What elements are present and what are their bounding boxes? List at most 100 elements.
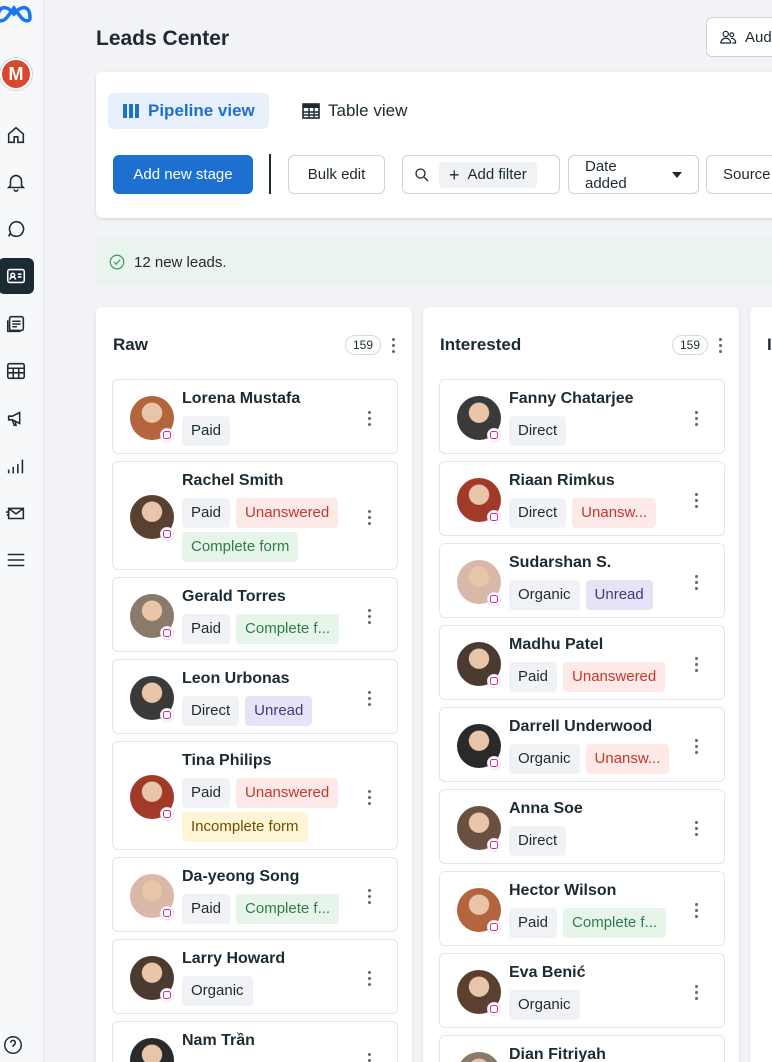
instagram-glyph: [490, 841, 498, 849]
dot: [367, 423, 371, 426]
mail-icon[interactable]: [0, 495, 34, 531]
lead-tag: Unansw...: [572, 498, 657, 528]
dot: [694, 751, 698, 754]
home-icon[interactable]: [0, 117, 34, 153]
bell-icon[interactable]: [0, 164, 34, 200]
help-icon[interactable]: [2, 1034, 26, 1058]
lead-tags: Direct Unread: [182, 696, 357, 726]
add-new-stage-button[interactable]: Add new stage: [113, 155, 253, 194]
dot: [367, 977, 371, 980]
card-more-icon[interactable]: [367, 510, 371, 525]
lead-card[interactable]: Hector Wilson Paid Complete f...: [439, 871, 725, 946]
card-more-icon[interactable]: [367, 971, 371, 986]
lead-card[interactable]: Nam Trần: [112, 1021, 398, 1062]
lead-card[interactable]: Fanny Chatarjee Direct: [439, 379, 725, 454]
dot: [694, 493, 698, 496]
lead-name: Leon Urbonas: [182, 670, 290, 687]
dot: [367, 895, 371, 898]
dot: [391, 349, 395, 353]
date-added-dropdown[interactable]: Date added: [568, 155, 699, 194]
lead-card[interactable]: Rachel Smith Paid Unanswered Complete form: [112, 461, 398, 570]
lead-tag: Organic: [509, 990, 580, 1020]
column-title: I: [767, 335, 772, 354]
lead-card[interactable]: Eva Benić Organic: [439, 953, 725, 1028]
dot: [694, 821, 698, 824]
lead-name: Da-yeong Song: [182, 868, 300, 885]
source-dropdown[interactable]: Source: [706, 155, 772, 194]
lead-name: Gerald Torres: [182, 588, 286, 605]
card-more-icon[interactable]: [694, 493, 698, 508]
stage-column-raw: Raw 159 Lorena Mustafa Paid Rachel Smith Paid…: [96, 307, 412, 1062]
search-filter-box[interactable]: + Add filter: [402, 155, 560, 194]
add-filter-label: Add filter: [467, 166, 527, 183]
lead-tags: Direct: [509, 826, 684, 856]
card-more-icon[interactable]: [367, 411, 371, 426]
card-more-icon[interactable]: [367, 1053, 371, 1062]
caret-down-icon: [672, 171, 682, 178]
card-more-icon[interactable]: [694, 575, 698, 590]
add-filter-button[interactable]: + Add filter: [439, 161, 537, 188]
tab-label: Pipeline view: [148, 101, 255, 120]
card-more-icon[interactable]: [694, 739, 698, 754]
lead-card[interactable]: Lorena Mustafa Paid: [112, 379, 398, 454]
lead-name: Hector Wilson: [509, 882, 617, 899]
lead-tag: Paid: [509, 908, 558, 938]
dot: [367, 889, 371, 892]
lead-card[interactable]: Dian Fitriyah: [439, 1035, 725, 1062]
menu-icon[interactable]: [0, 542, 34, 578]
lead-card[interactable]: Sudarshan S. Organic Unread: [439, 543, 725, 618]
leads-icon[interactable]: [0, 258, 34, 294]
lead-name: Dian Fitriyah: [509, 1046, 606, 1062]
dot: [694, 587, 698, 590]
megaphone-icon[interactable]: [0, 400, 34, 436]
audience-button[interactable]: Aud: [706, 17, 772, 57]
card-more-icon[interactable]: [367, 889, 371, 904]
dot: [694, 827, 698, 830]
people-icon: [720, 30, 737, 44]
lead-card[interactable]: Larry Howard Organic: [112, 939, 398, 1014]
tab-table-view[interactable]: Table view: [288, 93, 421, 129]
dot: [367, 609, 371, 612]
table-icon[interactable]: [0, 353, 34, 389]
column-more-icon[interactable]: [391, 337, 395, 353]
lead-tag: Unanswered: [236, 778, 339, 808]
lead-card[interactable]: Riaan Rimkus Direct Unansw...: [439, 461, 725, 536]
column-more-icon[interactable]: [718, 337, 722, 353]
lead-card[interactable]: Da-yeong Song Paid Complete f...: [112, 857, 398, 932]
instagram-glyph: [490, 759, 498, 767]
meta-logo-icon[interactable]: [0, 0, 34, 24]
inbox-icon[interactable]: [0, 306, 34, 342]
tab-pipeline-view[interactable]: Pipeline view: [108, 93, 269, 129]
user-avatar[interactable]: M: [0, 58, 32, 90]
chat-icon[interactable]: [0, 211, 34, 247]
card-more-icon[interactable]: [367, 691, 371, 706]
card-more-icon[interactable]: [694, 903, 698, 918]
lead-card[interactable]: Anna Soe Direct: [439, 789, 725, 864]
chart-icon[interactable]: [0, 448, 34, 484]
lead-card[interactable]: Tina Philips Paid Unanswered Incomplete for…: [112, 741, 398, 850]
dot: [367, 983, 371, 986]
instagram-icon: [487, 674, 501, 688]
card-more-icon[interactable]: [694, 411, 698, 426]
lead-tag: Paid: [182, 778, 231, 808]
lead-card[interactable]: Madhu Patel Paid Unanswered: [439, 625, 725, 700]
lead-card[interactable]: Leon Urbonas Direct Unread: [112, 659, 398, 734]
instagram-icon: [160, 527, 174, 541]
new-leads-banner: 12 new leads.: [96, 238, 772, 286]
instagram-glyph: [490, 513, 498, 521]
card-more-icon[interactable]: [367, 609, 371, 624]
lead-tags: Paid Unanswered Complete form: [182, 498, 357, 562]
card-more-icon[interactable]: [694, 985, 698, 1000]
banner-text: 12 new leads.: [134, 253, 227, 271]
dot: [694, 575, 698, 578]
instagram-icon: [487, 592, 501, 606]
lead-card[interactable]: Gerald Torres Paid Complete f...: [112, 577, 398, 652]
lead-tag: Unread: [245, 696, 313, 726]
card-more-icon[interactable]: [694, 821, 698, 836]
bulk-edit-button[interactable]: Bulk edit: [288, 155, 385, 194]
dot: [694, 915, 698, 918]
lead-card[interactable]: Darrell Underwood Organic Unansw...: [439, 707, 725, 782]
card-more-icon[interactable]: [694, 657, 698, 672]
lead-tag: Paid: [509, 662, 558, 692]
card-more-icon[interactable]: [367, 790, 371, 805]
